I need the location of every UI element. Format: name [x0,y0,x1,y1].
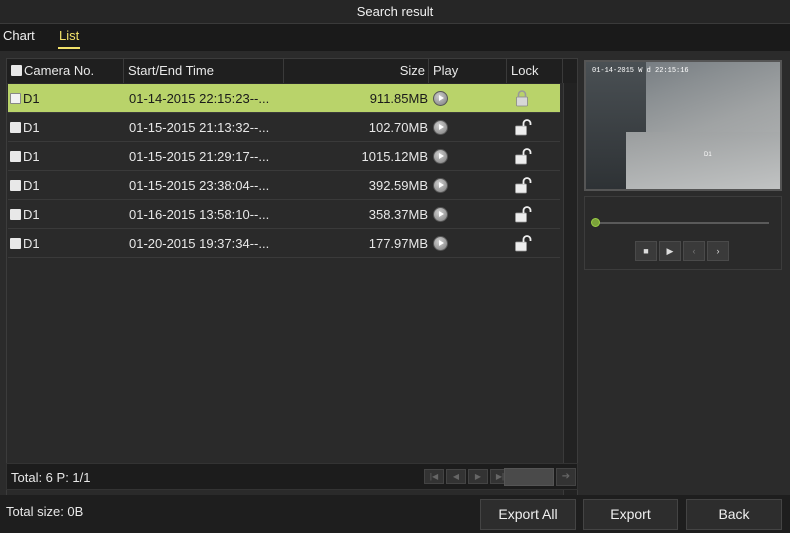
time-cell: 01-15-2015 21:29:17--... [129,149,270,164]
next-icon[interactable]: › [707,241,729,261]
play-icon[interactable] [433,178,448,193]
unlock-icon[interactable] [515,235,532,252]
play-icon[interactable]: ▶ [659,241,681,261]
row-checkbox[interactable] [10,151,21,162]
row-checkbox[interactable] [10,238,21,249]
table-header: Camera No. Start/End Time Size Play Lock [7,59,577,83]
slider-knob[interactable] [591,218,600,227]
total-count: Total: 6 P: 1/1 [11,470,91,485]
playback-slider[interactable] [591,218,769,227]
time-cell: 01-20-2015 19:37:34--... [129,236,270,251]
table-row[interactable]: D1 01-15-2015 21:29:17--... 1015.12MB [8,142,560,171]
camera-cell: D1 [10,229,40,258]
lock-icon[interactable] [515,90,529,107]
size-cell: 358.37MB [368,207,428,222]
camera-cell: D1 [10,142,40,171]
camera-cell: D1 [10,84,40,113]
camera-cell: D1 [10,200,40,229]
size-cell: 911.85MB [369,91,428,106]
play-icon[interactable] [433,91,448,106]
row-checkbox[interactable] [10,122,21,133]
unlock-icon[interactable] [515,119,532,136]
header-play: Play [429,59,507,83]
row-checkbox[interactable] [10,180,21,191]
time-cell: 01-16-2015 13:58:10--... [129,207,270,222]
select-all-checkbox[interactable] [11,65,22,76]
header-time[interactable]: Start/End Time [124,59,284,83]
window-title: Search result [0,0,790,24]
size-cell: 392.59MB [368,178,428,193]
row-checkbox[interactable] [10,93,21,104]
table-row[interactable]: D1 01-15-2015 21:13:32--... 102.70MB [8,113,560,142]
play-icon[interactable] [433,207,448,222]
tab-bar: Chart List [0,24,790,50]
table-row[interactable]: D1 01-20-2015 19:37:34--... 177.97MB [8,229,560,258]
tab-chart[interactable]: Chart [3,28,35,43]
unlock-icon[interactable] [515,206,532,223]
preview-timestamp: 01-14-2015 W d 22:15:16 [592,67,689,75]
play-icon[interactable] [433,236,448,251]
back-button[interactable]: Back [686,499,782,530]
header-size[interactable]: Size [284,59,429,83]
result-list: Camera No. Start/End Time Size Play Lock… [6,58,578,513]
row-checkbox[interactable] [10,209,21,220]
time-cell: 01-15-2015 21:13:32--... [129,120,270,135]
table-row[interactable]: D1 01-16-2015 13:58:10--... 358.37MB [8,200,560,229]
bottom-bar: Total size: 0B Export All Export Back [0,495,790,533]
export-all-button[interactable]: Export All [480,499,576,530]
tab-list[interactable]: List [57,28,81,49]
header-camera[interactable]: Camera No. [7,59,124,83]
time-cell: 01-15-2015 23:38:04--... [129,178,270,193]
size-cell: 177.97MB [368,236,428,251]
video-preview: 01-14-2015 W d 22:15:16 D1 [584,60,782,191]
list-footer: Total: 6 P: 1/1 |◀ ◀ ▶ ▶| ➔ [6,463,578,490]
camera-cell: D1 [10,171,40,200]
play-icon[interactable] [433,120,448,135]
preview-camera-label: D1 [704,152,712,158]
main-area: Camera No. Start/End Time Size Play Lock… [0,51,790,533]
page-number-input[interactable] [504,468,554,486]
camera-cell: D1 [10,113,40,142]
playback-controls: ■ ▶ ‹ › [584,196,782,270]
size-cell: 1015.12MB [361,149,429,164]
export-button[interactable]: Export [583,499,678,530]
control-buttons: ■ ▶ ‹ › [635,241,729,261]
prev-page-button[interactable]: ◀ [446,469,466,484]
prev-icon[interactable]: ‹ [683,241,705,261]
total-size: Total size: 0B [6,504,84,519]
unlock-icon[interactable] [515,148,532,165]
table-row[interactable]: D1 01-15-2015 23:38:04--... 392.59MB [8,171,560,200]
go-page-button[interactable]: ➔ [556,468,576,486]
time-cell: 01-14-2015 22:15:23--... [129,91,270,106]
unlock-icon[interactable] [515,177,532,194]
scrollbar[interactable] [563,83,577,512]
header-lock: Lock [507,59,563,83]
stop-icon[interactable]: ■ [635,241,657,261]
first-page-button[interactable]: |◀ [424,469,444,484]
size-cell: 102.70MB [368,120,428,135]
pager: |◀ ◀ ▶ ▶| [424,469,510,484]
play-icon[interactable] [433,149,448,164]
next-page-button[interactable]: ▶ [468,469,488,484]
table-row[interactable]: D1 01-14-2015 22:15:23--... 911.85MB [8,84,560,113]
